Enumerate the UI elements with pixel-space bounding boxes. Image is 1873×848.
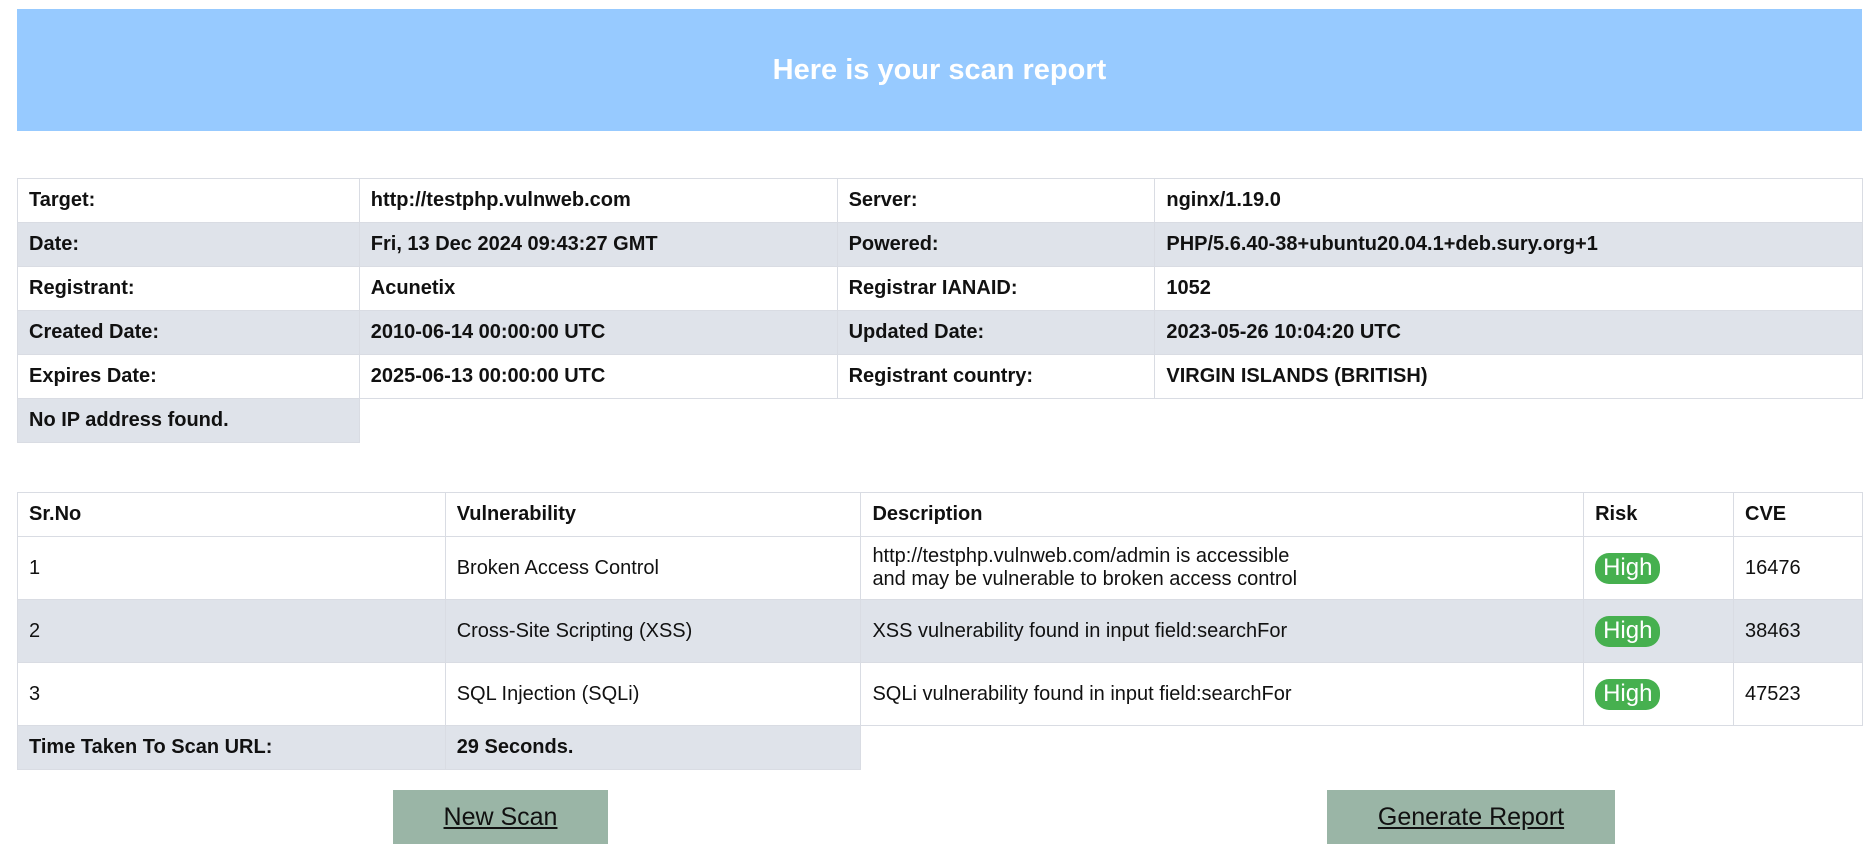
powered-label: Powered: — [836, 222, 1156, 267]
table-row: 2 Cross-Site Scripting (XSS) XSS vulnera… — [17, 599, 1863, 663]
new-scan-button[interactable]: New Scan — [393, 790, 608, 844]
row-vulnerability: Cross-Site Scripting (XSS) — [444, 599, 862, 663]
created-date-label: Created Date: — [17, 310, 360, 355]
info-row: Expires Date: 2025-06-13 00:00:00 UTC Re… — [17, 354, 1863, 399]
row-description: SQLi vulnerability found in input field:… — [860, 662, 1585, 726]
table-header-row: Sr.No Vulnerability Description Risk CVE — [17, 492, 1863, 537]
registrant-country-value: VIRGIN ISLANDS (BRITISH) — [1154, 354, 1863, 399]
expires-date-label: Expires Date: — [17, 354, 360, 399]
table-row: 1 Broken Access Control http://testphp.v… — [17, 536, 1863, 600]
row-risk: High — [1583, 599, 1735, 663]
col-header-srno: Sr.No — [17, 492, 446, 537]
info-row: No IP address found. — [17, 398, 1863, 443]
date-value: Fri, 13 Dec 2024 09:43:27 GMT — [358, 222, 838, 267]
col-header-description: Description — [860, 492, 1585, 537]
row-cve: 47523 — [1733, 662, 1863, 726]
row-srno: 3 — [17, 662, 446, 726]
header-banner: Here is your scan report — [17, 9, 1862, 131]
server-value: nginx/1.19.0 — [1154, 178, 1863, 223]
powered-value: PHP/5.6.40-38+ubuntu20.04.1+deb.sury.org… — [1154, 222, 1863, 267]
row-risk: High — [1583, 662, 1735, 726]
risk-badge: High — [1595, 678, 1661, 710]
scan-time-label: Time Taken To Scan URL: — [17, 725, 446, 770]
date-label: Date: — [17, 222, 360, 267]
row-cve: 16476 — [1733, 536, 1863, 600]
target-value: http://testphp.vulnweb.com — [358, 178, 838, 223]
server-label: Server: — [836, 178, 1156, 223]
row-description: XSS vulnerability found in input field:s… — [860, 599, 1585, 663]
expires-date-value: 2025-06-13 00:00:00 UTC — [358, 354, 838, 399]
col-header-risk: Risk — [1583, 492, 1735, 537]
scan-time-row: Time Taken To Scan URL: 29 Seconds. — [17, 725, 1863, 770]
description-line: SQLi vulnerability found in input field:… — [872, 682, 1292, 705]
created-date-value: 2010-06-14 00:00:00 UTC — [358, 310, 838, 355]
info-row: Date: Fri, 13 Dec 2024 09:43:27 GMT Powe… — [17, 222, 1863, 267]
registrant-value: Acunetix — [358, 266, 838, 311]
empty-cell — [359, 398, 1863, 443]
updated-date-value: 2023-05-26 10:04:20 UTC — [1154, 310, 1863, 355]
empty-cell — [860, 725, 1863, 770]
no-ip-message: No IP address found. — [17, 398, 360, 443]
risk-badge: High — [1595, 615, 1661, 647]
vulnerability-table: Sr.No Vulnerability Description Risk CVE… — [17, 492, 1863, 770]
target-label: Target: — [17, 178, 360, 223]
col-header-vulnerability: Vulnerability — [444, 492, 862, 537]
registrant-country-label: Registrant country: — [836, 354, 1156, 399]
row-risk: High — [1583, 536, 1735, 600]
scan-time-value: 29 Seconds. — [444, 725, 862, 770]
table-row: 3 SQL Injection (SQLi) SQLi vulnerabilit… — [17, 662, 1863, 726]
row-vulnerability: SQL Injection (SQLi) — [444, 662, 862, 726]
row-description: http://testphp.vulnweb.com/admin is acce… — [860, 536, 1585, 600]
row-srno: 2 — [17, 599, 446, 663]
info-row: Target: http://testphp.vulnweb.com Serve… — [17, 178, 1863, 223]
generate-report-button[interactable]: Generate Report — [1327, 790, 1615, 844]
page-title: Here is your scan report — [772, 53, 1107, 86]
description-line: http://testphp.vulnweb.com/admin is acce… — [872, 545, 1290, 567]
registrant-label: Registrant: — [17, 266, 360, 311]
ianaid-value: 1052 — [1154, 266, 1863, 311]
info-row: Registrant: Acunetix Registrar IANAID: 1… — [17, 266, 1863, 311]
ianaid-label: Registrar IANAID: — [836, 266, 1156, 311]
col-header-cve: CVE — [1733, 492, 1863, 537]
updated-date-label: Updated Date: — [836, 310, 1156, 355]
info-row: Created Date: 2010-06-14 00:00:00 UTC Up… — [17, 310, 1863, 355]
row-vulnerability: Broken Access Control — [444, 536, 862, 600]
row-srno: 1 — [17, 536, 446, 600]
row-cve: 38463 — [1733, 599, 1863, 663]
description-line: and may be vulnerable to broken access c… — [872, 568, 1298, 590]
scan-info-table: Target: http://testphp.vulnweb.com Serve… — [17, 178, 1863, 443]
risk-badge: High — [1595, 552, 1661, 584]
description-line: XSS vulnerability found in input field:s… — [872, 619, 1288, 642]
